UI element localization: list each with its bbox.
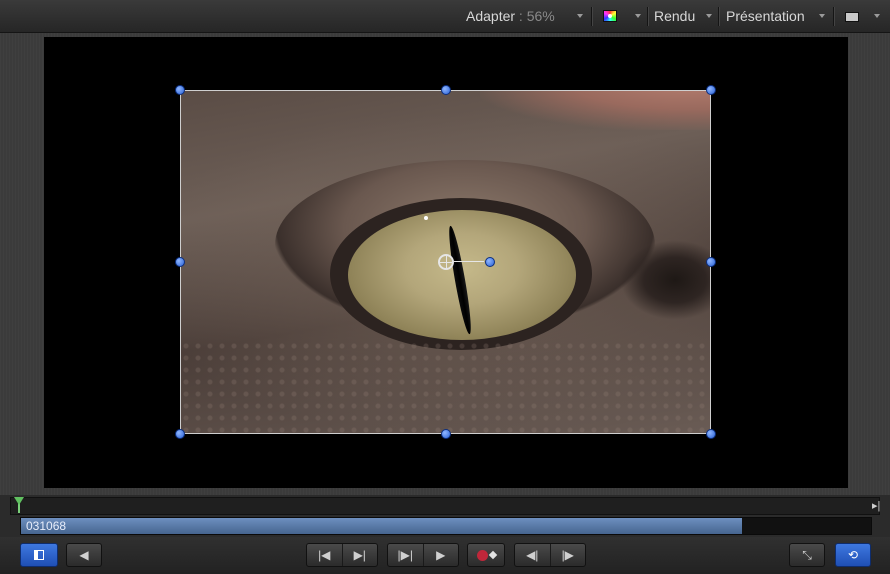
frame-step-group: ◀| |▶ <box>514 543 586 567</box>
navigation-group: |◀ ▶| <box>306 543 378 567</box>
view-layout-icon[interactable] <box>845 12 859 22</box>
rotation-line <box>454 261 484 262</box>
handle-bottom-left[interactable] <box>175 429 185 439</box>
layer-range-fill[interactable] <box>21 518 742 534</box>
toolbar-divider <box>718 7 719 26</box>
image-glint <box>424 216 428 220</box>
handle-bottom-right[interactable] <box>706 429 716 439</box>
record-button[interactable] <box>467 543 505 567</box>
handle-top-center[interactable] <box>441 85 451 95</box>
out-point-icon[interactable]: ▸| <box>872 499 880 512</box>
play-selection-button[interactable]: |▶| <box>388 544 424 566</box>
playhead-marker-icon[interactable] <box>14 497 24 505</box>
previous-frame-icon: ◀| <box>526 548 539 562</box>
record-icon <box>476 549 488 561</box>
handle-middle-right[interactable] <box>706 257 716 267</box>
play-icon: ▶ <box>436 548 446 562</box>
play-button[interactable]: ▶ <box>424 544 459 566</box>
keyframe-icon <box>488 550 497 560</box>
image-background <box>480 90 711 130</box>
toggle-layers-icon <box>34 550 44 560</box>
handle-bottom-center[interactable] <box>441 429 451 439</box>
anchor-point-icon[interactable] <box>438 254 454 270</box>
color-chevron-down-icon[interactable] <box>635 14 641 18</box>
go-to-start-button[interactable]: |◀ <box>307 544 343 566</box>
audio-icon: ◀ <box>79 548 89 562</box>
fullscreen-button[interactable]: ⤡ <box>789 543 825 567</box>
toolbar-divider <box>833 7 834 26</box>
mini-timeline[interactable] <box>10 497 880 515</box>
view-menu[interactable]: Présentation <box>726 8 805 24</box>
rotation-handle[interactable] <box>485 257 495 267</box>
playback-group: |▶| ▶ <box>387 543 459 567</box>
toggle-layers-button[interactable] <box>20 543 58 567</box>
fullscreen-icon: ⤡ <box>802 547 812 562</box>
loop-icon: ⟲ <box>847 548 859 562</box>
step-back-icon: |▶| <box>397 548 413 562</box>
next-frame-icon: |▶ <box>561 548 574 562</box>
layout-chevron-down-icon[interactable] <box>874 14 880 18</box>
color-channels-icon[interactable] <box>603 10 617 22</box>
go-to-end-button[interactable]: ▶| <box>343 544 378 566</box>
next-frame-button[interactable]: |▶ <box>551 544 586 566</box>
handle-top-right[interactable] <box>706 85 716 95</box>
handle-middle-left[interactable] <box>175 257 185 267</box>
loop-button[interactable]: ⟲ <box>835 543 871 567</box>
toolbar-divider <box>591 7 592 26</box>
zoom-fit-menu[interactable]: Adapter : 56% <box>466 8 555 24</box>
render-menu[interactable]: Rendu <box>654 8 695 24</box>
zoom-chevron-down-icon[interactable] <box>577 14 583 18</box>
go-to-end-icon: ▶| <box>353 548 366 562</box>
view-chevron-down-icon[interactable] <box>819 14 825 18</box>
zoom-value: : 56% <box>515 8 555 24</box>
render-chevron-down-icon[interactable] <box>706 14 712 18</box>
toolbar-divider <box>647 7 648 26</box>
layer-range-label: 031068 <box>26 519 67 533</box>
go-to-start-icon: |◀ <box>318 548 331 562</box>
audio-button[interactable]: ◀ <box>66 543 102 567</box>
previous-frame-button[interactable]: ◀| <box>515 544 551 566</box>
handle-top-left[interactable] <box>175 85 185 95</box>
zoom-fit-label: Adapter <box>466 8 516 24</box>
image-scales <box>180 340 711 434</box>
